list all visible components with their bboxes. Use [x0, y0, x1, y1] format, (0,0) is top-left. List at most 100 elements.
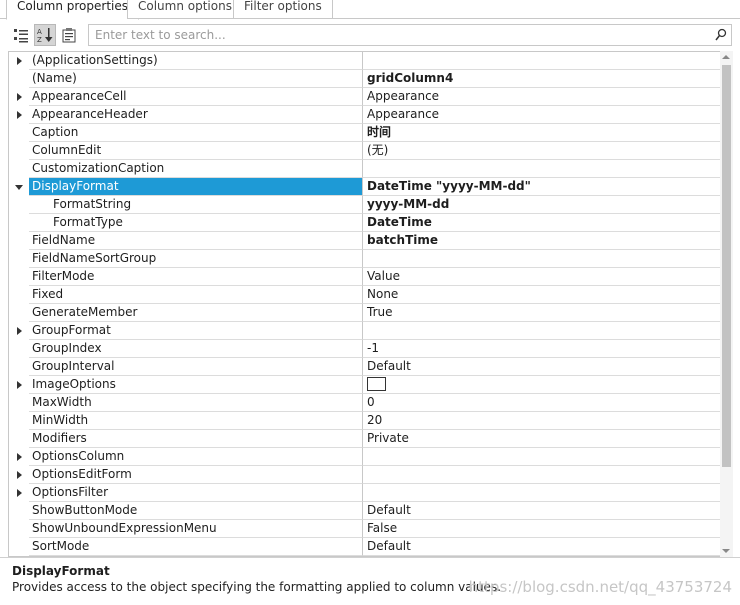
- property-value[interactable]: None: [363, 286, 720, 304]
- property-row[interactable]: Fixed None: [9, 286, 720, 304]
- property-name[interactable]: GroupInterval: [29, 358, 363, 376]
- property-name[interactable]: MaxWidth: [29, 394, 363, 412]
- property-value[interactable]: [363, 160, 720, 178]
- property-value[interactable]: 20: [363, 412, 720, 430]
- property-value[interactable]: DateTime: [363, 214, 720, 232]
- search-input[interactable]: [89, 25, 689, 45]
- property-row[interactable]: FieldNameSortGroup: [9, 250, 720, 268]
- expand-arrow-icon[interactable]: [9, 88, 29, 106]
- expand-arrow-icon[interactable]: [9, 52, 29, 70]
- property-value[interactable]: Default: [363, 358, 720, 376]
- property-row[interactable]: OptionsColumn: [9, 448, 720, 466]
- property-name[interactable]: Modifiers: [29, 430, 363, 448]
- property-row[interactable]: OptionsFilter: [9, 484, 720, 502]
- property-row[interactable]: CustomizationCaption: [9, 160, 720, 178]
- property-value[interactable]: Default: [363, 538, 720, 556]
- expand-arrow-icon[interactable]: [9, 106, 29, 124]
- property-row[interactable]: GenerateMember True: [9, 304, 720, 322]
- expand-arrow-icon[interactable]: [9, 376, 29, 394]
- property-value[interactable]: 时间: [363, 124, 720, 142]
- tab-column-properties[interactable]: Column properties: [6, 0, 140, 20]
- property-name[interactable]: ShowButtonMode: [29, 502, 363, 520]
- property-value[interactable]: Value: [363, 268, 720, 286]
- property-name[interactable]: FilterMode: [29, 268, 363, 286]
- scroll-up-arrow-icon[interactable]: [722, 55, 730, 59]
- property-row[interactable]: DisplayFormat DateTime "yyyy-MM-dd": [9, 178, 720, 196]
- property-row[interactable]: GroupInterval Default: [9, 358, 720, 376]
- property-value[interactable]: yyyy-MM-dd: [363, 196, 720, 214]
- property-name[interactable]: DisplayFormat: [29, 178, 363, 196]
- property-row[interactable]: ColumnEdit (无): [9, 142, 720, 160]
- property-row[interactable]: GroupFormat: [9, 322, 720, 340]
- property-name[interactable]: FieldNameSortGroup: [29, 250, 363, 268]
- property-value[interactable]: 0: [363, 394, 720, 412]
- property-pages-button[interactable]: [58, 24, 80, 46]
- property-value[interactable]: [363, 484, 720, 502]
- property-name[interactable]: OptionsEditForm: [29, 466, 363, 484]
- property-value[interactable]: [363, 250, 720, 268]
- property-value[interactable]: [363, 52, 720, 70]
- property-row[interactable]: Modifiers Private: [9, 430, 720, 448]
- property-row[interactable]: MaxWidth 0: [9, 394, 720, 412]
- property-row[interactable]: AppearanceCell Appearance: [9, 88, 720, 106]
- property-value[interactable]: True: [363, 304, 720, 322]
- property-row[interactable]: SortMode Default: [9, 538, 720, 556]
- property-row[interactable]: OptionsEditForm: [9, 466, 720, 484]
- property-row[interactable]: FieldName batchTime: [9, 232, 720, 250]
- property-value[interactable]: -1: [363, 340, 720, 358]
- expand-arrow-icon[interactable]: [9, 466, 29, 484]
- property-name[interactable]: OptionsFilter: [29, 484, 363, 502]
- property-value[interactable]: [363, 376, 720, 394]
- property-value[interactable]: Private: [363, 430, 720, 448]
- tab-filter-options[interactable]: Filter options: [233, 0, 333, 19]
- property-name[interactable]: (ApplicationSettings): [29, 52, 363, 70]
- property-name[interactable]: OptionsColumn: [29, 448, 363, 466]
- property-row[interactable]: (ApplicationSettings): [9, 52, 720, 70]
- property-row[interactable]: AppearanceHeader Appearance: [9, 106, 720, 124]
- property-name[interactable]: SortMode: [29, 538, 363, 556]
- property-value[interactable]: [363, 448, 720, 466]
- property-name[interactable]: (Name): [29, 70, 363, 88]
- property-row[interactable]: FilterMode Value: [9, 268, 720, 286]
- property-row[interactable]: ShowUnboundExpressionMenu False: [9, 520, 720, 538]
- alphabetical-button[interactable]: A Z: [34, 24, 56, 46]
- categorized-button[interactable]: [10, 24, 32, 46]
- property-value[interactable]: False: [363, 520, 720, 538]
- property-value[interactable]: [363, 466, 720, 484]
- property-row[interactable]: (Name) gridColumn4: [9, 70, 720, 88]
- expand-arrow-icon[interactable]: [9, 448, 29, 466]
- property-row[interactable]: Caption 时间: [9, 124, 720, 142]
- property-row[interactable]: MinWidth 20: [9, 412, 720, 430]
- property-row[interactable]: FormatType DateTime: [9, 214, 720, 232]
- property-name[interactable]: FormatType: [29, 214, 363, 232]
- property-value[interactable]: DateTime "yyyy-MM-dd": [363, 178, 720, 196]
- property-name[interactable]: ColumnEdit: [29, 142, 363, 160]
- scroll-down-arrow-icon[interactable]: [722, 549, 730, 553]
- collapse-arrow-icon[interactable]: [9, 178, 29, 196]
- property-name[interactable]: ShowUnboundExpressionMenu: [29, 520, 363, 538]
- property-value[interactable]: Default: [363, 502, 720, 520]
- property-name[interactable]: AppearanceCell: [29, 88, 363, 106]
- property-name[interactable]: GroupIndex: [29, 340, 363, 358]
- property-name[interactable]: Fixed: [29, 286, 363, 304]
- property-name[interactable]: CustomizationCaption: [29, 160, 363, 178]
- property-value[interactable]: [363, 322, 720, 340]
- property-value[interactable]: batchTime: [363, 232, 720, 250]
- property-name[interactable]: MinWidth: [29, 412, 363, 430]
- property-value[interactable]: (无): [363, 142, 720, 160]
- property-name[interactable]: Caption: [29, 124, 363, 142]
- property-row[interactable]: GroupIndex -1: [9, 340, 720, 358]
- vertical-scrollbar[interactable]: [720, 51, 733, 557]
- property-value[interactable]: gridColumn4: [363, 70, 720, 88]
- property-row[interactable]: ImageOptions: [9, 376, 720, 394]
- property-row[interactable]: FormatString yyyy-MM-dd: [9, 196, 720, 214]
- search-icon[interactable]: [715, 28, 727, 42]
- property-name[interactable]: GroupFormat: [29, 322, 363, 340]
- tab-column-options[interactable]: Column options: [127, 0, 243, 19]
- property-value[interactable]: Appearance: [363, 106, 720, 124]
- property-name[interactable]: AppearanceHeader: [29, 106, 363, 124]
- scrollbar-thumb[interactable]: [722, 65, 731, 467]
- property-name[interactable]: ImageOptions: [29, 376, 363, 394]
- property-name[interactable]: FormatString: [29, 196, 363, 214]
- property-row[interactable]: ShowButtonMode Default: [9, 502, 720, 520]
